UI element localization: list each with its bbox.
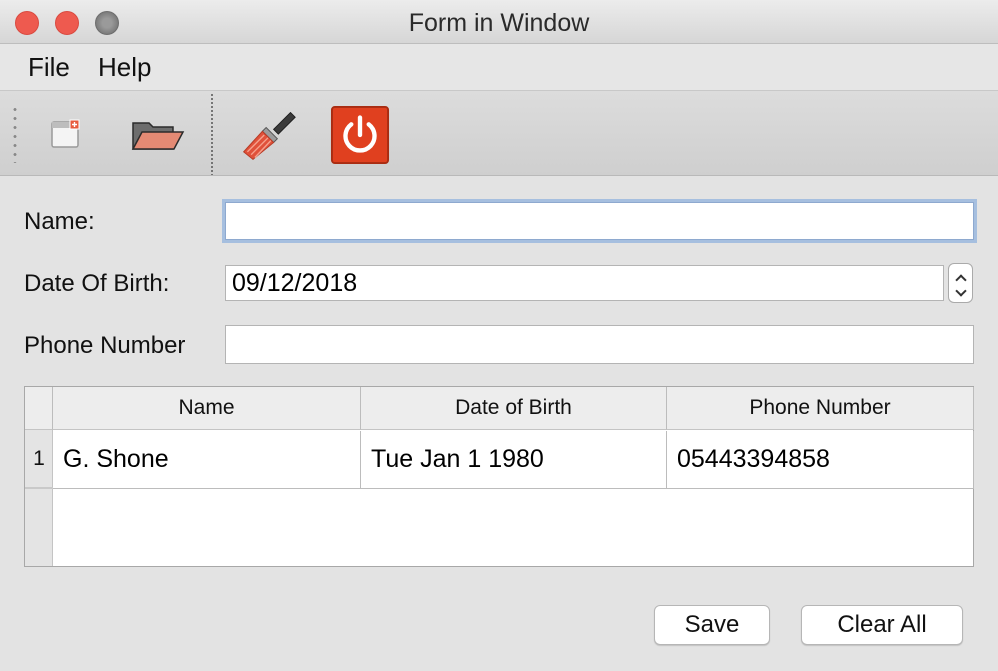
new-button[interactable] bbox=[36, 105, 96, 165]
toolbar bbox=[0, 90, 998, 176]
table-cell[interactable]: 05443394858 bbox=[667, 431, 974, 489]
clear-tool-button[interactable] bbox=[238, 105, 298, 165]
name-label: Name: bbox=[24, 208, 95, 235]
date-of-birth-label: Date Of Birth: bbox=[24, 270, 170, 297]
menu-file[interactable]: File bbox=[28, 52, 70, 83]
row-number[interactable]: 1 bbox=[25, 431, 53, 489]
window-title: Form in Window bbox=[408, 9, 590, 37]
menu-help[interactable]: Help bbox=[98, 52, 151, 83]
power-icon bbox=[330, 105, 390, 165]
clear-all-button[interactable]: Clear All bbox=[801, 605, 963, 645]
table-corner[interactable] bbox=[25, 387, 53, 430]
date-spinner[interactable] bbox=[948, 263, 973, 303]
toolbar-grip-handle[interactable] bbox=[13, 105, 17, 163]
table-cell[interactable]: Tue Jan 1 1980 bbox=[361, 431, 667, 489]
date-of-birth-input[interactable] bbox=[225, 265, 944, 301]
column-header-phone-number[interactable]: Phone Number bbox=[667, 387, 974, 430]
title-bar: Form in Window bbox=[0, 0, 998, 44]
phone-number-label: Phone Number bbox=[24, 332, 186, 359]
save-button[interactable]: Save bbox=[654, 605, 770, 645]
open-button[interactable] bbox=[128, 105, 188, 165]
records-table[interactable]: Name Date of Birth Phone Number 1 G. Sho… bbox=[24, 386, 974, 567]
menu-bar: File Help bbox=[0, 44, 998, 90]
name-input[interactable] bbox=[225, 202, 974, 240]
chevron-down-icon[interactable] bbox=[954, 284, 967, 297]
column-header-name[interactable]: Name bbox=[53, 387, 361, 430]
toolbar-separator bbox=[211, 93, 213, 175]
quit-button[interactable] bbox=[330, 105, 390, 165]
column-header-date-of-birth[interactable]: Date of Birth bbox=[361, 387, 667, 430]
table-cell[interactable]: G. Shone bbox=[53, 431, 361, 489]
clear-brush-icon bbox=[242, 111, 296, 160]
phone-number-input[interactable] bbox=[225, 325, 974, 364]
chevron-up-icon[interactable] bbox=[954, 273, 967, 286]
open-folder-icon bbox=[131, 122, 185, 150]
new-window-icon bbox=[51, 119, 80, 148]
